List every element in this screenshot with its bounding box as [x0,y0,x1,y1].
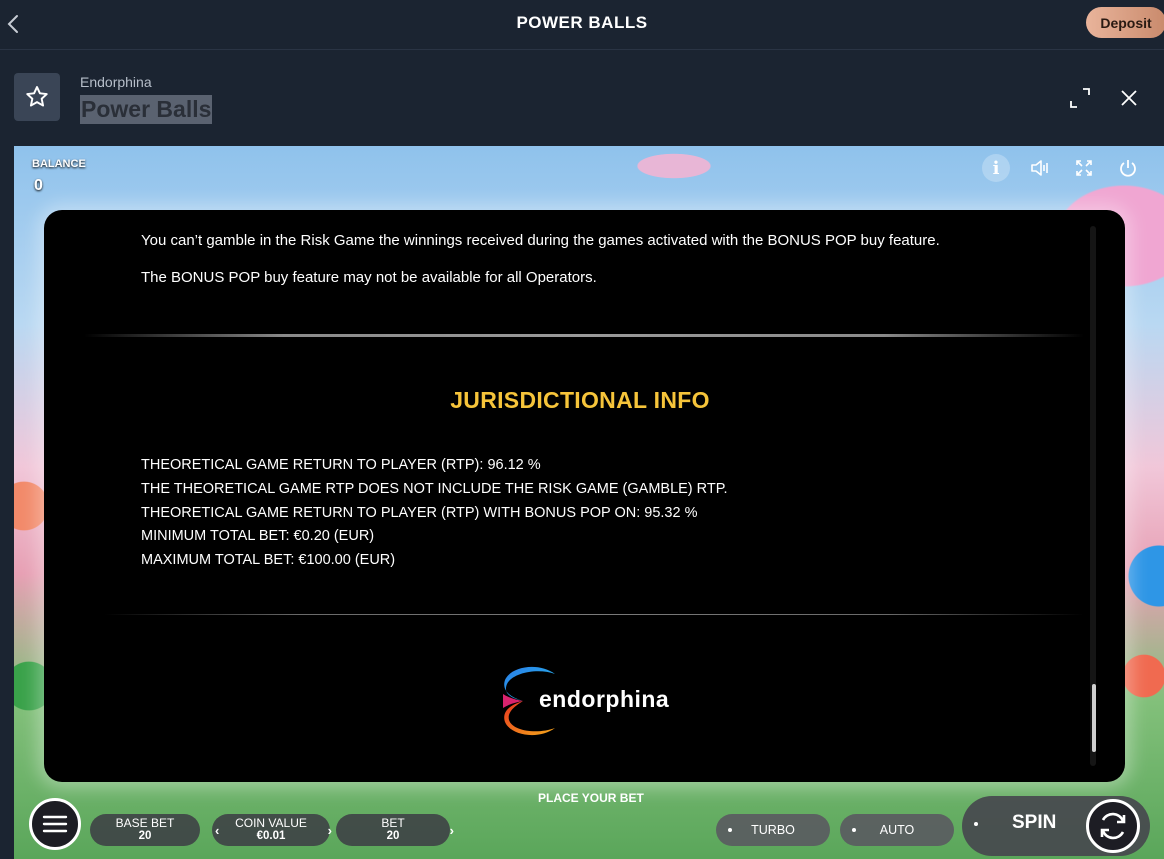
chevron-right-icon[interactable]: › [450,824,454,837]
toggle-indicator [852,828,856,832]
bet-label: BET [381,816,405,830]
section-divider [104,614,1084,615]
favorite-button[interactable] [14,73,60,121]
chevron-left-icon[interactable]: ‹ [215,824,219,837]
top-bar: POWER BALLS Deposit [0,0,1164,50]
bet-controls: PLACE YOUR BET BASE BET 20 ‹ COIN VALUE … [14,788,1164,859]
coin-value-value: €0.01 [256,830,286,842]
rules-paragraph: The BONUS POP buy feature may not be ava… [141,269,597,286]
deposit-button[interactable]: Deposit [1086,7,1164,38]
game-name-text: Power Balls [81,96,212,122]
close-icon[interactable] [1119,88,1139,108]
list-item: THE THEORETICAL GAME RTP DOES NOT INCLUD… [141,480,728,497]
rules-modal[interactable]: You can’t gamble in the Risk Game the wi… [44,210,1125,782]
game-canvas: BALANCE 0 i You can’t gamble in the Risk… [14,146,1164,859]
toggle-indicator [974,822,978,826]
game-header: Endorphina Power Balls [0,51,1164,146]
turbo-label: TURBO [751,823,795,837]
page-title: POWER BALLS [516,13,648,32]
coin-value-selector[interactable]: ‹ COIN VALUE €0.01 › [212,814,332,846]
list-item: THEORETICAL GAME RETURN TO PLAYER (RTP) … [141,504,698,521]
base-bet-selector[interactable]: BASE BET 20 [90,814,200,846]
fullscreen-icon[interactable] [1070,154,1098,182]
bet-value: 20 [386,830,400,842]
list-item: MINIMUM TOTAL BET: €0.20 (EUR) [141,528,375,545]
place-bet-label: PLACE YOUR BET [538,791,644,805]
logo-text: endorphina [539,686,670,712]
rules-paragraph: You can’t gamble in the Risk Game the wi… [141,232,940,249]
toggle-indicator [728,828,732,832]
game-provider: Endorphina [80,74,152,90]
balance-value: 0 [34,177,43,194]
balance-label: BALANCE [32,158,86,170]
base-bet-value: 20 [138,830,152,842]
spin-control[interactable]: SPIN [962,796,1150,856]
list-item: THEORETICAL GAME RETURN TO PLAYER (RTP):… [141,457,541,473]
section-title: JURISDICTIONAL INFO [450,387,710,413]
auto-label: AUTO [879,823,915,837]
section-divider [84,334,1084,337]
star-icon [26,86,48,107]
spin-label: SPIN [1012,812,1057,833]
auto-button[interactable]: AUTO [840,814,954,846]
list-item: MAXIMUM TOTAL BET: €100.00 (EUR) [141,552,396,569]
scrollbar-thumb[interactable] [1092,683,1096,752]
expand-icon[interactable] [1069,87,1091,109]
game-name: Power Balls [80,95,213,124]
info-icon[interactable]: i [982,154,1010,182]
hamburger-menu-icon [42,815,68,833]
spin-button[interactable] [1086,799,1140,853]
chevron-right-icon[interactable]: › [328,824,332,837]
bet-selector[interactable]: BET 20 › [336,814,454,846]
sound-icon[interactable] [1026,154,1054,182]
menu-button[interactable] [29,798,81,850]
jurisdiction-info-list: THEORETICAL GAME RETURN TO PLAYER (RTP):… [141,454,728,573]
power-icon[interactable] [1114,154,1142,182]
endorphina-logo: endorphina [499,664,679,738]
turbo-button[interactable]: TURBO [716,814,830,846]
coin-value-label: COIN VALUE [235,816,307,830]
refresh-icon [1100,812,1126,840]
base-bet-label: BASE BET [115,816,175,830]
